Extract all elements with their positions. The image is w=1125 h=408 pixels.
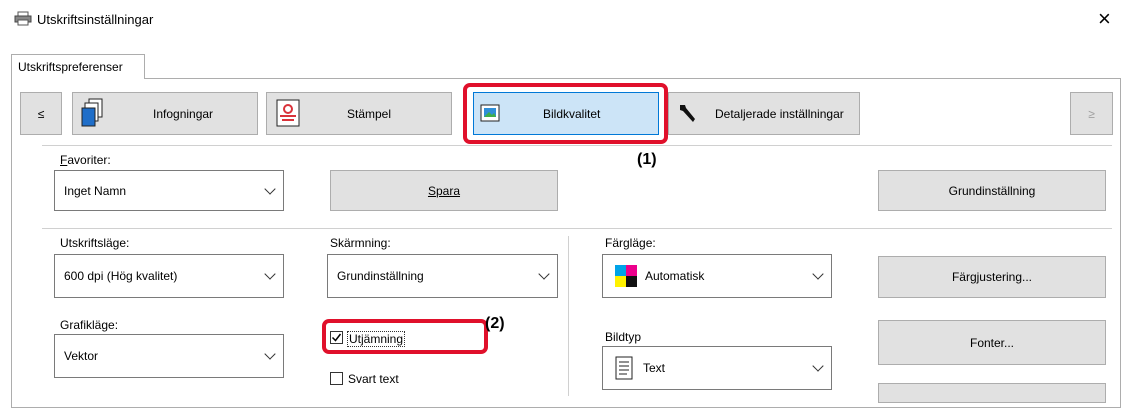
black-text-checkbox[interactable] <box>330 372 343 385</box>
chevron-down-icon <box>538 268 550 280</box>
fonts-button[interactable]: Fonter... <box>878 320 1106 365</box>
divider <box>42 145 1112 146</box>
pages-icon <box>81 98 103 131</box>
screening-value: Grundinställning <box>337 269 424 283</box>
save-label: Spara <box>427 183 461 198</box>
print-mode-select[interactable]: 600 dpi (Hög kvalitet) <box>54 254 284 298</box>
graphics-mode-value: Vektor <box>64 349 99 363</box>
color-mode-select[interactable]: Automatisk <box>602 254 832 298</box>
prev-button[interactable]: ≤ <box>20 92 62 135</box>
color-mode-icon <box>615 265 637 287</box>
favorites-label: Favoriter: <box>60 153 111 167</box>
printer-icon <box>14 11 32 26</box>
color-mode-value: Automatisk <box>645 269 705 283</box>
favorites-select[interactable]: Inget Namn <box>54 170 284 211</box>
chevron-down-icon <box>264 182 276 195</box>
next-button[interactable]: ≥ <box>1070 92 1113 135</box>
color-adjust-label: Färgjustering... <box>951 270 1033 284</box>
vertical-divider <box>568 236 569 396</box>
chevron-down-icon <box>264 348 276 360</box>
image-type-select[interactable]: Text <box>602 346 832 390</box>
favorites-label-text: avoriter: <box>67 153 111 167</box>
tab-label: Stämpel <box>347 107 392 121</box>
screening-label: Skärmning: <box>330 236 391 250</box>
color-adjust-button[interactable]: Färgjustering... <box>878 256 1106 298</box>
graphics-mode-label: Grafikläge: <box>60 318 119 332</box>
prev-label: ≤ <box>37 106 45 121</box>
tab-stampel[interactable]: Stämpel <box>266 92 452 135</box>
fonts-label: Fonter... <box>969 335 1015 350</box>
extra-button[interactable] <box>878 383 1106 403</box>
window-title: Utskriftsinställningar <box>37 12 154 27</box>
tab-utskriftspreferenser[interactable]: Utskriftspreferenser <box>11 54 145 79</box>
callout-2: (2) <box>485 315 505 332</box>
black-text-label[interactable]: Svart text <box>348 372 399 386</box>
wrench-icon <box>677 102 699 127</box>
next-label: ≥ <box>1088 106 1095 121</box>
highlight-box-2 <box>322 319 488 354</box>
image-type-value: Text <box>643 361 666 375</box>
default-label: Grundinställning <box>948 183 1036 198</box>
document-icon <box>615 356 633 380</box>
tab-label: Utskriftspreferenser <box>18 60 123 74</box>
chevron-down-icon <box>264 268 276 280</box>
print-mode-label: Utskriftsläge: <box>60 236 130 250</box>
callout-1: (1) <box>637 151 657 168</box>
save-button[interactable]: Spara <box>330 170 558 211</box>
title-bar: Utskriftsinställningar × <box>0 0 1125 38</box>
image-type-label: Bildtyp <box>605 330 642 344</box>
screening-select[interactable]: Grundinställning <box>327 254 558 298</box>
default-button[interactable]: Grundinställning <box>878 170 1106 211</box>
graphics-mode-select[interactable]: Vektor <box>54 334 284 378</box>
favorites-value: Inget Namn <box>64 183 127 198</box>
tab-infogningar[interactable]: Infogningar <box>72 92 258 135</box>
close-icon[interactable]: × <box>1098 6 1111 32</box>
tab-detaljerade-installningar[interactable]: Detaljerade inställningar <box>668 92 860 135</box>
divider <box>42 228 1112 229</box>
chevron-down-icon <box>812 268 824 280</box>
chevron-down-icon <box>812 360 824 372</box>
stamp-icon <box>276 99 300 130</box>
color-mode-label: Färgläge: <box>605 236 656 250</box>
tab-label: Detaljerade inställningar <box>715 107 844 121</box>
tab-label: Infogningar <box>153 107 214 121</box>
print-mode-value: 600 dpi (Hög kvalitet) <box>64 269 178 283</box>
highlight-box-1 <box>463 83 668 144</box>
